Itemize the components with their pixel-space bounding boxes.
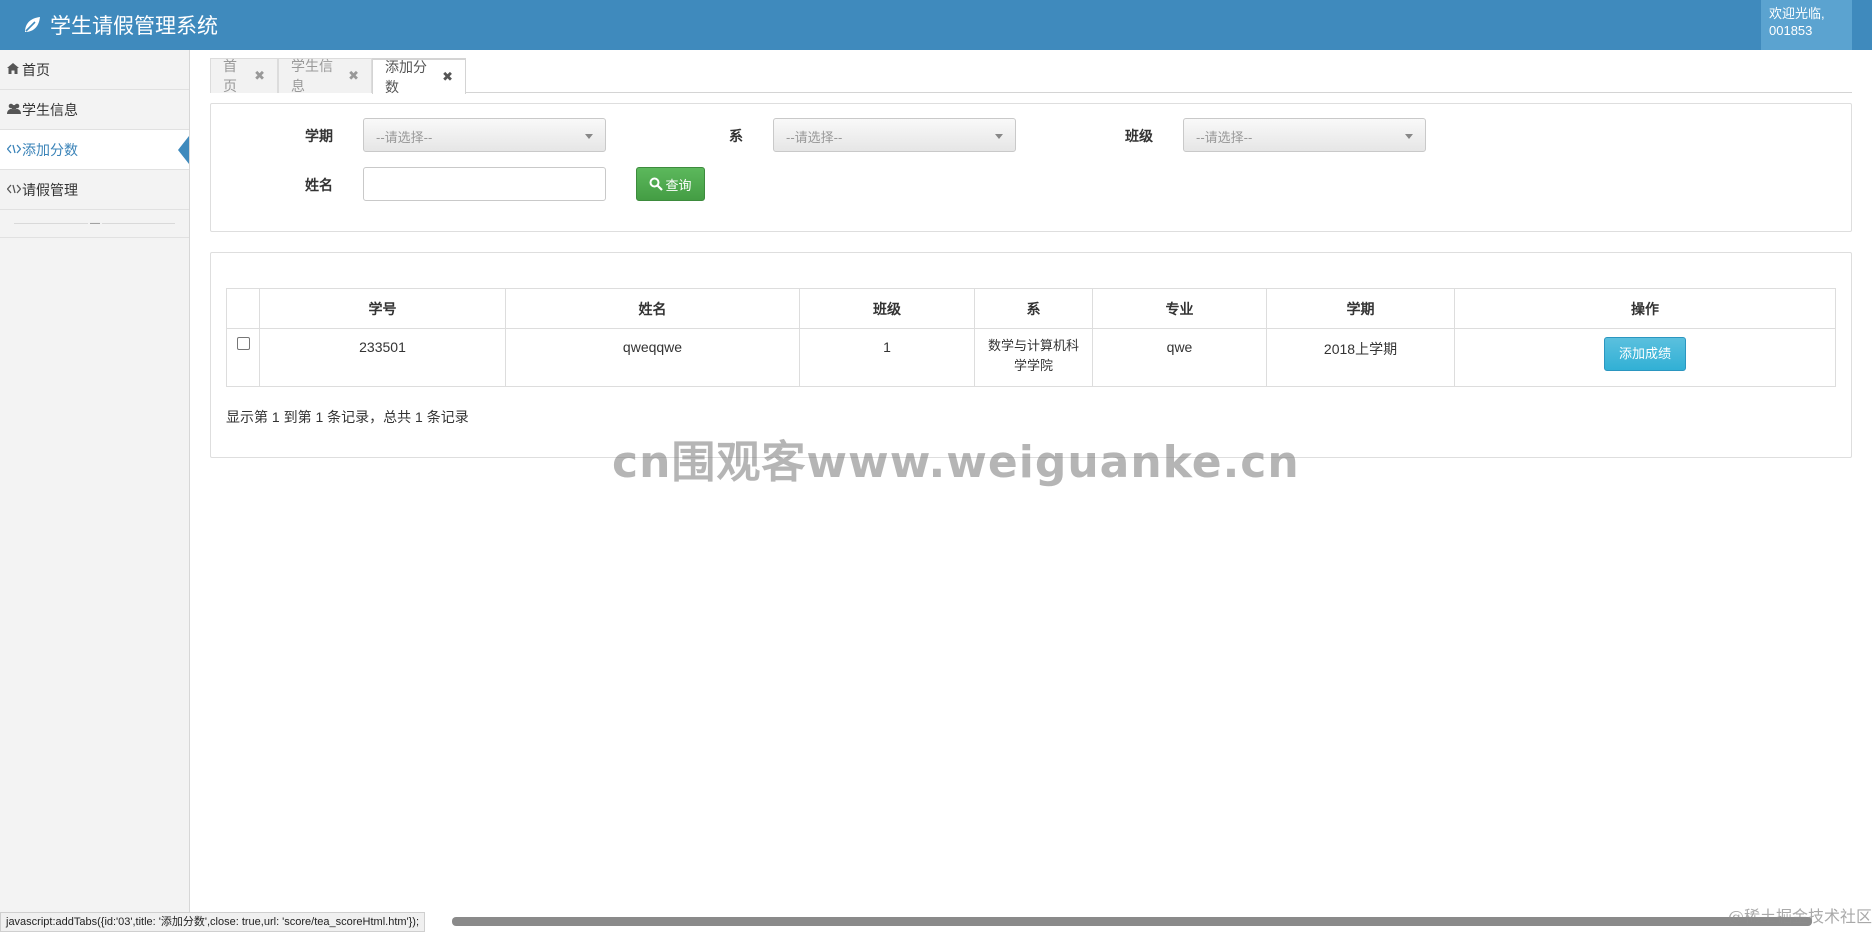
caret-down-icon [1405,134,1413,139]
major-cell: qwe [1092,328,1267,387]
student-id-cell: 233501 [259,328,506,387]
column-header[interactable]: 学号 [259,288,506,329]
term-select[interactable]: --请选择-- [363,118,606,152]
tab-add-score[interactable]: 添加分数 ✖ [372,58,466,95]
code-icon [6,183,22,197]
column-header[interactable]: 系 [974,288,1093,329]
class-select[interactable]: --请选择-- [1183,118,1426,152]
app-title: 学生请假管理系统 [50,14,218,38]
horizontal-scrollbar[interactable] [452,917,1812,926]
close-icon[interactable]: ✖ [348,68,359,84]
name-input[interactable] [363,167,606,201]
sidebar-item-leave-management[interactable]: 请假管理 [0,170,189,210]
term-cell: 2018上学期 [1266,328,1455,387]
term-select-value: --请选择-- [376,130,433,145]
sidebar-collapse-bar: — [0,210,189,238]
column-header[interactable]: 专业 [1092,288,1267,329]
sidebar-item-students[interactable]: 学生信息 [0,90,189,130]
query-button[interactable]: 查询 [636,167,705,201]
sidebar-item-home[interactable]: 首页 [0,50,189,90]
code-icon [6,143,22,157]
browser-status-bar: javascript:addTabs({id:'03',title: '添加分数… [0,912,426,932]
tab-label: 学生信息 [291,58,333,94]
row-checkbox[interactable] [236,337,250,350]
dept-label: 系 [729,128,743,144]
column-header[interactable]: 班级 [799,288,975,329]
close-icon[interactable]: ✖ [254,68,265,84]
score-table: 学号 姓名 班级 系 专业 学期 操作 233501 qweqqwe 1 数学与… [226,288,1836,387]
home-icon [7,62,22,77]
column-header: 操作 [1454,288,1836,329]
tab-home[interactable]: 首页 ✖ [210,58,278,94]
caret-down-icon [585,134,593,139]
dept-select[interactable]: --请选择-- [773,118,1016,152]
column-header[interactable]: 姓名 [505,288,800,329]
users-icon [7,103,22,117]
search-icon [649,177,664,191]
table-row: 233501 qweqqwe 1 数学与计算机科 学学院 qwe 2018上学期… [226,328,1836,387]
user-menu[interactable]: 欢迎光临, 001853 [1761,0,1852,50]
tab-label: 首页 [223,58,237,94]
sidebar-collapse-button[interactable]: — [88,219,102,229]
sidebar-item-label: 请假管理 [22,181,78,198]
sidebar-item-label: 添加分数 [22,141,78,158]
add-score-button[interactable]: 添加成绩 [1604,337,1686,371]
pagination-info: 显示第 1 到第 1 条记录，总共 1 条记录 [226,409,469,425]
tab-students[interactable]: 学生信息 ✖ [278,58,372,94]
class-select-value: --请选择-- [1196,130,1253,145]
tab-label: 添加分数 [385,59,427,95]
sidebar: 首页 学生信息 添加分数 请假管理 — [0,50,190,916]
student-name-cell: qweqqwe [505,328,800,387]
sidebar-item-label: 学生信息 [22,101,78,118]
search-panel: 学期 --请选择-- 系 --请选择-- 班级 --请选择-- 姓名 查询 [210,103,1852,232]
dept-line: 数学与计算机科 [987,338,1079,353]
select-column-header [226,288,260,329]
user-id: 001853 [1769,23,1813,38]
welcome-text: 欢迎光临, [1769,6,1825,21]
watermark: cn围观客www.weiguanke.cn [612,437,1300,488]
term-label: 学期 [305,128,333,144]
class-label: 班级 [1125,128,1153,144]
dept-select-value: --请选择-- [786,130,843,145]
query-button-label: 查询 [665,177,692,193]
column-header[interactable]: 学期 [1266,288,1455,329]
dept-line: 学学院 [1013,358,1053,373]
sidebar-item-add-score[interactable]: 添加分数 [0,130,189,170]
sidebar-item-label: 首页 [22,61,50,78]
corner-watermark: @稀土掘金技术社区 [1727,907,1872,926]
name-label: 姓名 [305,177,333,193]
table-header-row: 学号 姓名 班级 系 专业 学期 操作 [226,288,1836,329]
close-icon[interactable]: ✖ [442,69,453,85]
action-cell: 添加成绩 [1454,328,1836,387]
top-navbar: 学生请假管理系统 欢迎光临, 001853 [0,0,1872,50]
caret-down-icon [995,134,1003,139]
tab-bar: 首页 ✖ 学生信息 ✖ 添加分数 ✖ [210,58,1852,95]
row-select-cell [226,328,260,387]
leaf-icon [25,17,40,32]
brand[interactable]: 学生请假管理系统 [22,8,218,42]
class-cell: 1 [799,328,975,387]
dept-cell: 数学与计算机科 学学院 [974,328,1093,387]
